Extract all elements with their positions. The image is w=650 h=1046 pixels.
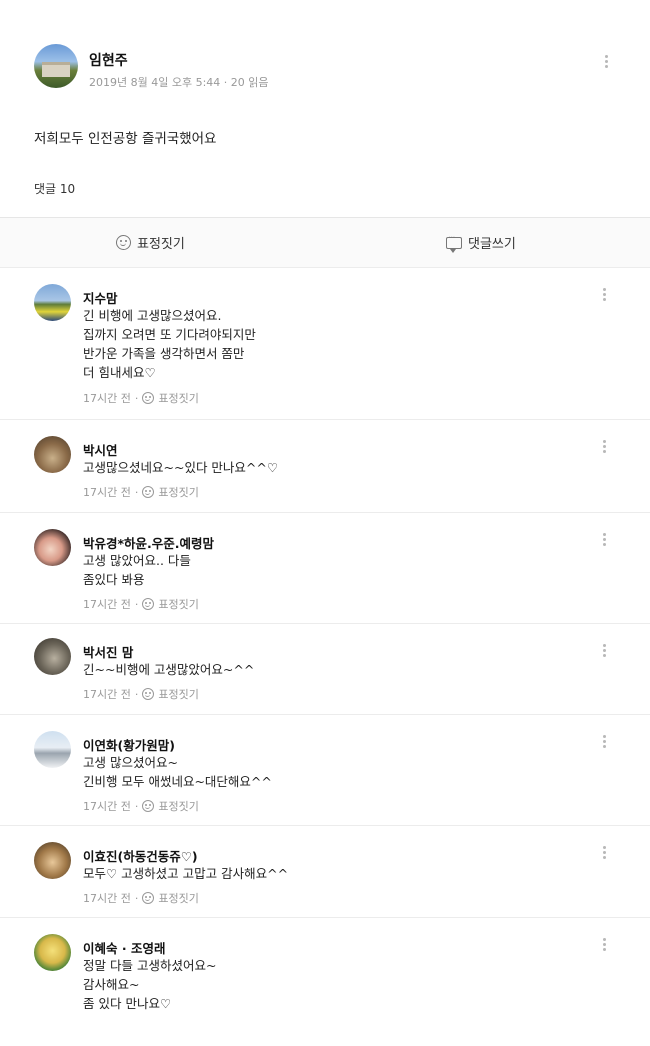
write-comment-label: 댓글쓰기 — [468, 237, 516, 252]
comment-time: 17시간 전 — [83, 598, 131, 611]
comment-more-icon[interactable] — [598, 642, 610, 662]
comment-line: 고생 많았어요.. 다들 — [83, 553, 191, 568]
commenter-avatar[interactable] — [34, 842, 71, 879]
comment-item: 박서진 맘 긴~~비행에 고생많았어요~^^ 17시간 전 · 표정짓기 — [0, 624, 650, 715]
comment-text: 모두♡ 고생하셨고 고맙고 감사해요^^ — [83, 864, 288, 883]
smile-icon — [142, 688, 155, 700]
comment-text: 긴 비행에 고생많으셨어요. 집까지 오려면 또 기다려야되지만 반가운 가족을… — [83, 306, 256, 382]
comment-item: 지수맘 긴 비행에 고생많으셨어요. 집까지 오려면 또 기다려야되지만 반가운… — [0, 268, 650, 420]
comment-more-icon[interactable] — [598, 438, 610, 458]
comment-item: 박시연 고생많으셨네요~~있다 만나요^^♡ 17시간 전 · 표정짓기 — [0, 420, 650, 513]
comment-item: 이효진(하동건동쥬♡) 모두♡ 고생하셨고 고맙고 감사해요^^ 17시간 전 … — [0, 826, 650, 918]
comment-meta: 17시간 전 · 표정짓기 — [83, 596, 199, 612]
comment-more-icon[interactable] — [598, 733, 610, 753]
comment-text: 정말 다들 고생하셨어요~ 감사해요~ 좀 있다 만나요♡ — [83, 956, 216, 1013]
comment-line: 고생많으셨네요~~있다 만나요^^♡ — [83, 460, 279, 475]
comment-meta: 17시간 전 · 표정짓기 — [83, 798, 199, 814]
post-author-name[interactable]: 임현주 — [89, 50, 128, 70]
commenter-name[interactable]: 이연화(황가원맘) — [83, 735, 175, 754]
comment-react-button[interactable]: 표정짓기 — [158, 798, 198, 814]
comment-line: 집까지 오려면 또 기다려야되지만 — [83, 327, 256, 342]
comment-list: 지수맘 긴 비행에 고생많으셨어요. 집까지 오려면 또 기다려야되지만 반가운… — [0, 268, 650, 1046]
comment-text: 긴~~비행에 고생많았어요~^^ — [83, 660, 254, 679]
comment-react-button[interactable]: 표정짓기 — [158, 484, 198, 500]
comment-line: 좀있다 봐용 — [83, 572, 145, 587]
comment-time: 17시간 전 — [83, 892, 131, 905]
author-avatar[interactable] — [34, 44, 78, 88]
comment-text: 고생 많으셨어요~ 긴비행 모두 애썼네요~대단해요^^ — [83, 753, 272, 791]
commenter-avatar[interactable] — [34, 436, 71, 473]
smile-icon — [142, 892, 155, 904]
comment-text: 고생많으셨네요~~있다 만나요^^♡ — [83, 458, 278, 477]
comment-count[interactable]: 댓글 10 — [34, 180, 75, 197]
comment-time: 17시간 전 — [83, 392, 131, 405]
comment-line: 반가운 가족을 생각하면서 쫌만 — [83, 346, 245, 361]
comment-react-button[interactable]: 표정짓기 — [158, 596, 198, 612]
comment-item: 이연화(황가원맘) 고생 많으셨어요~ 긴비행 모두 애썼네요~대단해요^^ 1… — [0, 715, 650, 826]
meta-separator: · — [134, 391, 139, 405]
comment-react-button[interactable]: 표정짓기 — [158, 390, 198, 406]
comment-react-button[interactable]: 표정짓기 — [158, 890, 198, 906]
smile-icon — [142, 800, 155, 812]
comment-more-icon[interactable] — [598, 936, 610, 956]
post-header: 임현주 2019년 8월 4일 오후 5:44 · 20 읽음 저희모두 인전공… — [0, 0, 650, 218]
comment-item: 이혜숙 · 조영래 정말 다들 고생하셨어요~ 감사해요~ 좀 있다 만나요♡ — [0, 918, 650, 1046]
comment-react-button[interactable]: 표정짓기 — [158, 686, 198, 702]
comment-meta: 17시간 전 · 표정짓기 — [83, 484, 199, 500]
comment-meta: 17시간 전 · 표정짓기 — [83, 890, 199, 906]
smile-icon — [116, 235, 131, 250]
comment-line: 고생 많으셨어요~ — [83, 755, 178, 770]
comment-line: 좀 있다 만나요♡ — [83, 996, 172, 1011]
meta-separator: · — [134, 597, 139, 611]
commenter-name[interactable]: 지수맘 — [83, 288, 118, 307]
comment-time: 17시간 전 — [83, 800, 131, 813]
commenter-avatar[interactable] — [34, 284, 71, 321]
comment-line: 긴 비행에 고생많으셨어요. — [83, 308, 222, 323]
meta-separator: · — [134, 891, 139, 905]
comment-item: 박유경*하윤.우준.예령맘 고생 많았어요.. 다들 좀있다 봐용 17시간 전… — [0, 513, 650, 624]
comment-line: 감사해요~ — [83, 977, 140, 992]
commenter-avatar[interactable] — [34, 529, 71, 566]
post-body: 저희모두 인전공항 즐귀국했어요 — [34, 131, 217, 147]
comment-more-icon[interactable] — [598, 531, 610, 551]
commenter-name[interactable]: 이혜숙 · 조영래 — [83, 938, 165, 957]
comment-text: 고생 많았어요.. 다들 좀있다 봐용 — [83, 551, 191, 589]
meta-separator: · — [134, 485, 139, 499]
comment-time: 17시간 전 — [83, 688, 131, 701]
comment-line: 모두♡ 고생하셨고 고맙고 감사해요^^ — [83, 866, 289, 881]
comment-line: 긴~~비행에 고생많았어요~^^ — [83, 662, 255, 677]
comment-bubble-icon — [446, 233, 462, 253]
smile-icon — [142, 392, 155, 404]
commenter-name[interactable]: 박시연 — [83, 440, 118, 459]
comment-line: 긴비행 모두 애썼네요~대단해요^^ — [83, 774, 272, 789]
comment-line: 더 힘내세요♡ — [83, 365, 156, 380]
commenter-name[interactable]: 박서진 맘 — [83, 642, 133, 661]
more-options-icon[interactable] — [600, 53, 612, 73]
comment-meta: 17시간 전 · 표정짓기 — [83, 686, 199, 702]
post-meta: 2019년 8월 4일 오후 5:44 · 20 읽음 — [89, 76, 269, 89]
meta-separator: · — [134, 687, 139, 701]
meta-separator: · — [134, 799, 139, 813]
comment-more-icon[interactable] — [598, 286, 610, 306]
commenter-name[interactable]: 박유경*하윤.우준.예령맘 — [83, 533, 214, 552]
commenter-avatar[interactable] — [34, 731, 71, 768]
comment-more-icon[interactable] — [598, 844, 610, 864]
emoji-react-button[interactable]: 표정짓기 — [116, 233, 185, 252]
commenter-avatar[interactable] — [34, 934, 71, 971]
post-actions: 표정짓기 댓글쓰기 — [0, 218, 650, 268]
write-comment-button[interactable]: 댓글쓰기 — [446, 233, 516, 253]
comment-meta: 17시간 전 · 표정짓기 — [83, 390, 199, 406]
commenter-avatar[interactable] — [34, 638, 71, 675]
emoji-react-label: 표정짓기 — [137, 237, 185, 252]
smile-icon — [142, 598, 155, 610]
comment-line: 정말 다들 고생하셨어요~ — [83, 958, 217, 973]
comment-time: 17시간 전 — [83, 486, 131, 499]
smile-icon — [142, 486, 155, 498]
commenter-name[interactable]: 이효진(하동건동쥬♡) — [83, 846, 198, 865]
